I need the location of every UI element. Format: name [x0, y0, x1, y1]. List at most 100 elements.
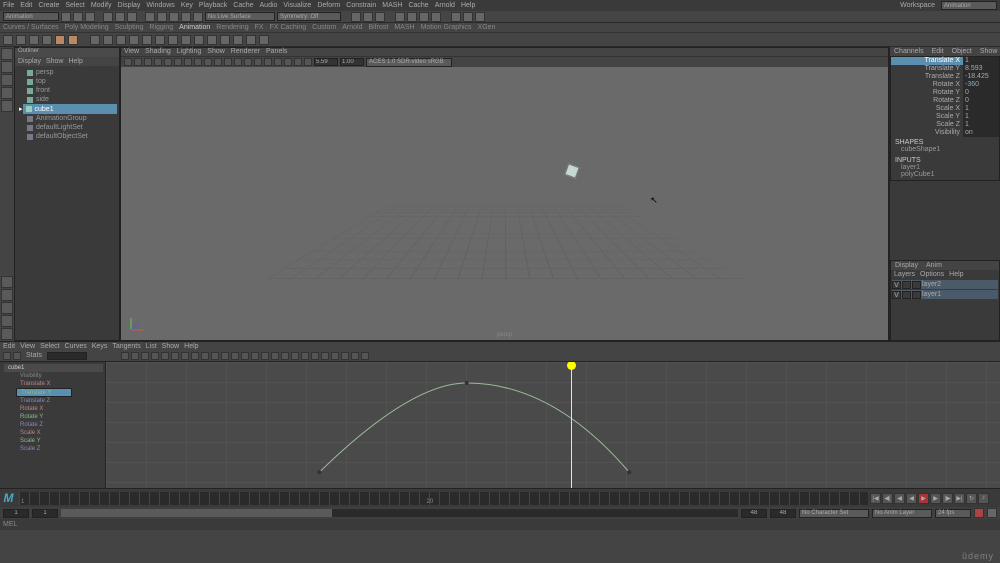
vp-menu-item[interactable]: Renderer: [231, 48, 260, 56]
shelf-curve4-icon[interactable]: [207, 35, 217, 45]
channel-row[interactable]: Rotate X-360: [891, 81, 999, 89]
shape-item[interactable]: cubeShape1: [895, 146, 995, 153]
layer-r-toggle[interactable]: [912, 281, 921, 289]
shelf-key-anim-icon[interactable]: [29, 35, 39, 45]
step-back-button[interactable]: ◀|: [882, 493, 893, 504]
layout-tool[interactable]: [1, 289, 13, 301]
input-item[interactable]: polyCube1: [895, 171, 995, 178]
channel-row[interactable]: Translate Z-18.425: [891, 73, 999, 81]
range-bar[interactable]: [61, 509, 738, 517]
select-icon[interactable]: [103, 12, 113, 22]
graph-outliner[interactable]: cube1 Visibility Translate X Translate Y…: [0, 362, 106, 488]
ge-tangent-icon[interactable]: [301, 352, 309, 360]
vp-camera-icon[interactable]: [134, 58, 142, 66]
menu-item[interactable]: Modify: [91, 2, 112, 9]
ge-tangent-icon[interactable]: [361, 352, 369, 360]
rotate-tool[interactable]: [1, 87, 13, 99]
vp-menu-item[interactable]: Panels: [266, 48, 287, 56]
channel-row[interactable]: Translate X1: [891, 57, 999, 65]
ge-out-item[interactable]: Rotate Y: [16, 413, 103, 421]
vp-iso-icon[interactable]: [304, 58, 312, 66]
vp-colorspace-select[interactable]: ACES 1.0 SDR-video sRGB: [366, 58, 452, 67]
ge-out-item[interactable]: Scale Z: [16, 445, 103, 453]
prefs-icon[interactable]: [987, 508, 997, 518]
vp-exposure-input[interactable]: [314, 58, 338, 66]
menu-item[interactable]: Cache: [233, 2, 253, 9]
menu-item[interactable]: File: [3, 2, 14, 9]
ge-tangent-icon[interactable]: [351, 352, 359, 360]
live-surface-field[interactable]: No Live Surface: [205, 12, 275, 21]
layer-menu-item[interactable]: Help: [949, 271, 963, 278]
toggle-attr-icon[interactable]: [419, 12, 429, 22]
render-settings-icon[interactable]: [375, 12, 385, 22]
ge-stats-input[interactable]: [47, 352, 87, 360]
outliner-item[interactable]: AnimationGroup: [25, 114, 117, 123]
ge-menu-item[interactable]: Tangents: [112, 343, 140, 350]
move-tool[interactable]: [1, 74, 13, 86]
shelf-tab[interactable]: Arnold: [342, 24, 362, 31]
menu-item[interactable]: Deform: [317, 2, 340, 9]
menu-item[interactable]: Arnold: [435, 2, 455, 9]
shelf-ghost-icon[interactable]: [42, 35, 52, 45]
channel-tab[interactable]: Object: [948, 47, 976, 56]
vp-gate-icon[interactable]: [184, 58, 192, 66]
shelf-curve6-icon[interactable]: [233, 35, 243, 45]
menu-item[interactable]: Create: [38, 2, 59, 9]
viewport[interactable]: persp ↖: [121, 67, 888, 340]
layer-vis-toggle[interactable]: V: [892, 291, 901, 299]
shelf-curve8-icon[interactable]: [259, 35, 269, 45]
snap-point-icon[interactable]: [169, 12, 179, 22]
shelf-tab[interactable]: Motion Graphics: [421, 24, 472, 31]
ge-menu-item[interactable]: Select: [40, 343, 59, 350]
ge-tangent-icon[interactable]: [201, 352, 209, 360]
ge-tangent-icon[interactable]: [281, 352, 289, 360]
outliner-item[interactable]: front: [25, 86, 117, 95]
command-line[interactable]: MEL: [0, 519, 1000, 530]
layer-vis-toggle[interactable]: V: [892, 281, 901, 289]
vp-tex-icon[interactable]: [234, 58, 242, 66]
shelf-motion-trail-icon[interactable]: [55, 35, 65, 45]
range-start-input[interactable]: [3, 509, 29, 518]
shelf-joint-icon[interactable]: [103, 35, 113, 45]
shelf-blend-icon[interactable]: [129, 35, 139, 45]
shelf-skin-icon[interactable]: [116, 35, 126, 45]
vp-shadow-icon[interactable]: [254, 58, 262, 66]
shelf-curve1-icon[interactable]: [168, 35, 178, 45]
snap-plane-icon[interactable]: [181, 12, 191, 22]
outliner-body[interactable]: persp top front side ▸cube1 AnimationGro…: [15, 66, 119, 340]
step-icon[interactable]: [475, 12, 485, 22]
vp-gamma-input[interactable]: [340, 58, 364, 66]
shelf-tab[interactable]: Sculpting: [115, 24, 144, 31]
layer-row[interactable]: Vlayer1: [892, 290, 998, 299]
vp-bookmark-icon[interactable]: [144, 58, 152, 66]
ge-tangent-icon[interactable]: [121, 352, 129, 360]
menu-item[interactable]: Key: [181, 2, 193, 9]
ge-tool-icon[interactable]: [3, 352, 11, 360]
ge-tangent-icon[interactable]: [131, 352, 139, 360]
scene-object-cube[interactable]: [564, 164, 579, 179]
play-back-button[interactable]: ◀: [906, 493, 917, 504]
outliner-menu-item[interactable]: Help: [68, 58, 82, 65]
channel-tab[interactable]: Edit: [928, 47, 948, 56]
ge-tangent-icon[interactable]: [191, 352, 199, 360]
ipr-icon[interactable]: [363, 12, 373, 22]
vp-smooth-icon[interactable]: [224, 58, 232, 66]
shelf-tab[interactable]: FX Caching: [270, 24, 307, 31]
graph-view[interactable]: [106, 362, 1000, 488]
snap-live-icon[interactable]: [193, 12, 203, 22]
ge-out-header[interactable]: cube1: [4, 364, 103, 372]
ge-menu-item[interactable]: List: [146, 343, 157, 350]
ge-tangent-icon[interactable]: [211, 352, 219, 360]
ge-tangent-icon[interactable]: [151, 352, 159, 360]
shelf-tab[interactable]: XGen: [478, 24, 496, 31]
ge-menu-item[interactable]: Help: [184, 343, 198, 350]
vp-msaa-icon[interactable]: [274, 58, 282, 66]
shelf-key-all-icon[interactable]: [16, 35, 26, 45]
toggle-panel-icon[interactable]: [395, 12, 405, 22]
loop-button[interactable]: ↻: [966, 493, 977, 504]
go-start-button[interactable]: |◀: [870, 493, 881, 504]
menu-item[interactable]: Select: [65, 2, 84, 9]
ge-menu-item[interactable]: Keys: [92, 343, 108, 350]
shelf-curve3-icon[interactable]: [194, 35, 204, 45]
ge-menu-item[interactable]: Edit: [3, 343, 15, 350]
